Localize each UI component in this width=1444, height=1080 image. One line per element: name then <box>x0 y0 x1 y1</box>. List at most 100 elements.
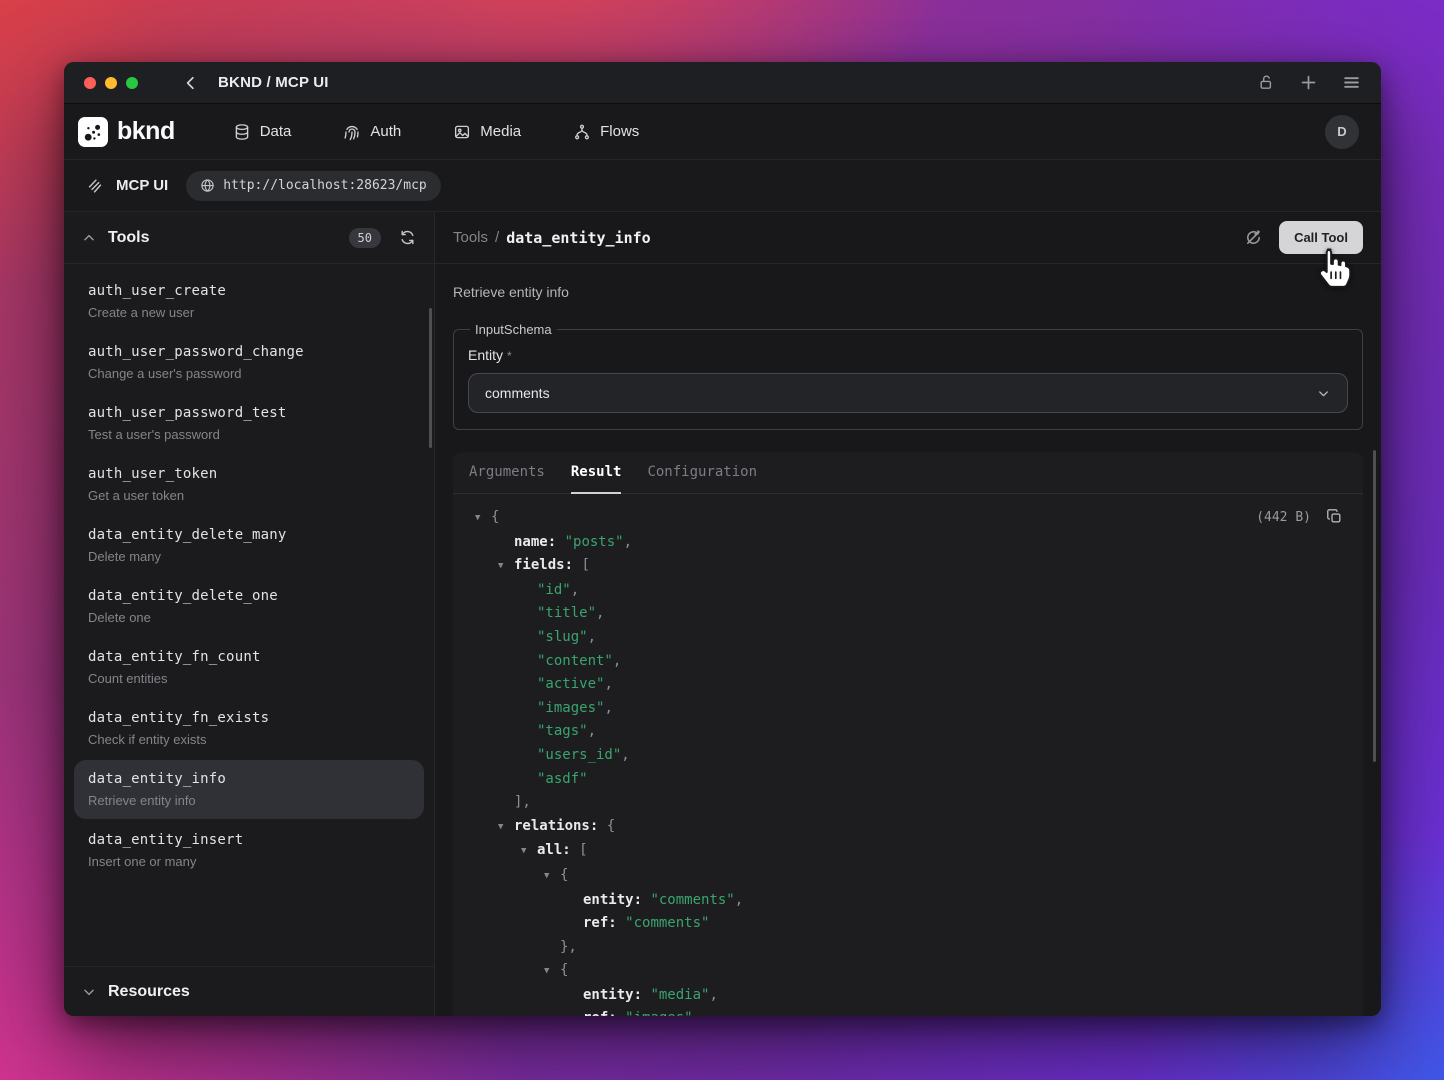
collapse-triangle-icon[interactable]: ▼ <box>475 507 491 531</box>
tools-header-label: Tools <box>108 229 149 247</box>
tools-count-badge: 50 <box>349 228 381 248</box>
result-size-label: (442 B) <box>1256 510 1311 525</box>
tool-item-auth_user_password_test[interactable]: auth_user_password_testTest a user's pas… <box>74 394 424 453</box>
json-line: entity: "media", <box>473 984 1343 1008</box>
tool-item-data_entity_info[interactable]: data_entity_info Retrieve entity info <box>74 760 424 819</box>
tool-item-data_entity_delete_one[interactable]: data_entity_delete_oneDelete one <box>74 577 424 636</box>
json-line: name: "posts", <box>473 531 1343 555</box>
json-line[interactable]: ▼{ <box>473 959 1343 984</box>
tool-item-auth_user_token[interactable]: auth_user_tokenGet a user token <box>74 455 424 514</box>
collapse-triangle-icon[interactable]: ▼ <box>498 555 514 579</box>
entity-select[interactable]: comments <box>468 373 1348 413</box>
nav-item-label: Media <box>480 123 521 140</box>
tool-name: auth_user_token <box>88 466 410 482</box>
mcp-bar-title: MCP UI <box>116 177 168 194</box>
collapse-triangle-icon[interactable]: ▼ <box>521 840 537 864</box>
breadcrumb-tools[interactable]: Tools <box>453 229 488 246</box>
result-tabs: Arguments Result Configuration <box>453 452 1363 494</box>
json-line: entity: "comments", <box>473 889 1343 913</box>
menu-icon[interactable] <box>1342 73 1361 92</box>
tool-name: data_entity_delete_one <box>88 588 410 604</box>
tool-item-data_entity_delete_many[interactable]: data_entity_delete_manyDelete many <box>74 516 424 575</box>
tools-sidebar: Tools 50 auth_user_create Create a new us… <box>64 212 435 1016</box>
tool-description: Retrieve entity info <box>88 793 410 808</box>
resources-header-label: Resources <box>108 983 190 1001</box>
tool-description: Retrieve entity info <box>453 284 1363 300</box>
json-line[interactable]: ▼relations: { <box>473 815 1343 840</box>
tool-item-data_entity_fn_exists[interactable]: data_entity_fn_existsCheck if entity exi… <box>74 699 424 758</box>
result-card: ArgumentsResultConfiguration (442 B) ▼{n… <box>453 452 1363 1016</box>
app-navbar: bknd Data Auth Media Flows D <box>64 104 1381 160</box>
json-line: "users_id", <box>473 744 1343 768</box>
tools-section-header[interactable]: Tools 50 <box>64 212 434 264</box>
breadcrumb-separator: / <box>495 229 499 246</box>
copy-icon[interactable] <box>1326 508 1343 525</box>
close-window-button[interactable] <box>84 77 96 89</box>
fingerprint-icon <box>343 123 361 141</box>
nav-item-label: Flows <box>600 123 639 140</box>
breadcrumb-tool-name: data_entity_info <box>506 229 651 247</box>
tool-item-data_entity_fn_count[interactable]: data_entity_fn_countCount entities <box>74 638 424 697</box>
new-tab-plus-icon[interactable] <box>1299 73 1318 92</box>
maximize-window-button[interactable] <box>126 77 138 89</box>
tool-name: data_entity_fn_exists <box>88 710 410 726</box>
bknd-logo-icon <box>78 117 108 147</box>
entity-field-label: Entity* <box>468 347 1348 363</box>
input-schema-fieldset: InputSchema Entity* comments <box>453 322 1363 430</box>
json-line[interactable]: ▼{ <box>473 506 1343 531</box>
main-scrollbar[interactable] <box>1373 450 1376 762</box>
mcp-url: http://localhost:28623/mcp <box>223 178 427 193</box>
main-header: Tools / data_entity_info Call Tool <box>435 212 1381 264</box>
database-icon <box>233 123 251 141</box>
nav-item-flows[interactable]: Flows <box>573 123 639 141</box>
window-titlebar: BKND / MCP UI <box>64 62 1381 104</box>
tool-item-data_entity_insert[interactable]: data_entity_insertInsert one or many <box>74 821 424 880</box>
json-line: "content", <box>473 650 1343 674</box>
json-line: "tags", <box>473 720 1343 744</box>
nav-item-data[interactable]: Data <box>233 123 292 141</box>
chevron-up-icon <box>82 231 96 245</box>
auto-refresh-off-icon[interactable] <box>1244 228 1263 247</box>
tool-description: Change a user's password <box>88 366 410 381</box>
json-line[interactable]: ▼{ <box>473 864 1343 889</box>
tab-arguments[interactable]: Arguments <box>469 452 545 494</box>
lock-open-icon[interactable] <box>1258 74 1275 91</box>
tab-result[interactable]: Result <box>571 452 622 494</box>
required-asterisk: * <box>507 349 512 363</box>
refresh-tools-icon[interactable] <box>399 229 416 246</box>
back-icon[interactable] <box>182 74 200 92</box>
json-line: "title", <box>473 602 1343 626</box>
tool-item-auth_user_create[interactable]: auth_user_create Create a new user <box>74 272 424 331</box>
tool-description: Create a new user <box>88 305 410 320</box>
collapse-triangle-icon[interactable]: ▼ <box>498 816 514 840</box>
nav-item-media[interactable]: Media <box>453 123 521 141</box>
main-panel: Tools / data_entity_info Call Tool Retri… <box>435 212 1381 1016</box>
app-window: BKND / MCP UI bknd Data Auth Media Flows D <box>64 62 1381 1016</box>
tool-description: Count entities <box>88 671 410 686</box>
collapse-triangle-icon[interactable]: ▼ <box>544 865 560 889</box>
tool-description: Insert one or many <box>88 854 410 869</box>
tool-name: data_entity_info <box>88 771 410 787</box>
collapse-triangle-icon[interactable]: ▼ <box>544 960 560 984</box>
json-line: "slug", <box>473 626 1343 650</box>
nav-item-auth[interactable]: Auth <box>343 123 401 141</box>
entity-select-value: comments <box>485 385 550 401</box>
json-line[interactable]: ▼fields: [ <box>473 554 1343 579</box>
call-tool-button[interactable]: Call Tool <box>1279 221 1363 254</box>
brand-logo[interactable]: bknd <box>78 117 175 147</box>
tool-name: auth_user_password_change <box>88 344 410 360</box>
input-schema-legend: InputSchema <box>470 322 557 337</box>
traffic-lights <box>84 77 138 89</box>
resources-section-header[interactable]: Resources <box>64 966 434 1016</box>
tool-name: auth_user_password_test <box>88 405 410 421</box>
tool-name: data_entity_delete_many <box>88 527 410 543</box>
sidebar-scrollbar[interactable] <box>429 308 432 448</box>
json-line[interactable]: ▼all: [ <box>473 839 1343 864</box>
user-avatar[interactable]: D <box>1325 115 1359 149</box>
tool-item-auth_user_password_change[interactable]: auth_user_password_change Change a user's… <box>74 333 424 392</box>
tool-name: auth_user_create <box>88 283 410 299</box>
window-title: BKND / MCP UI <box>218 74 329 91</box>
tab-configuration[interactable]: Configuration <box>647 452 757 494</box>
minimize-window-button[interactable] <box>105 77 117 89</box>
mcp-url-pill[interactable]: http://localhost:28623/mcp <box>186 171 441 201</box>
